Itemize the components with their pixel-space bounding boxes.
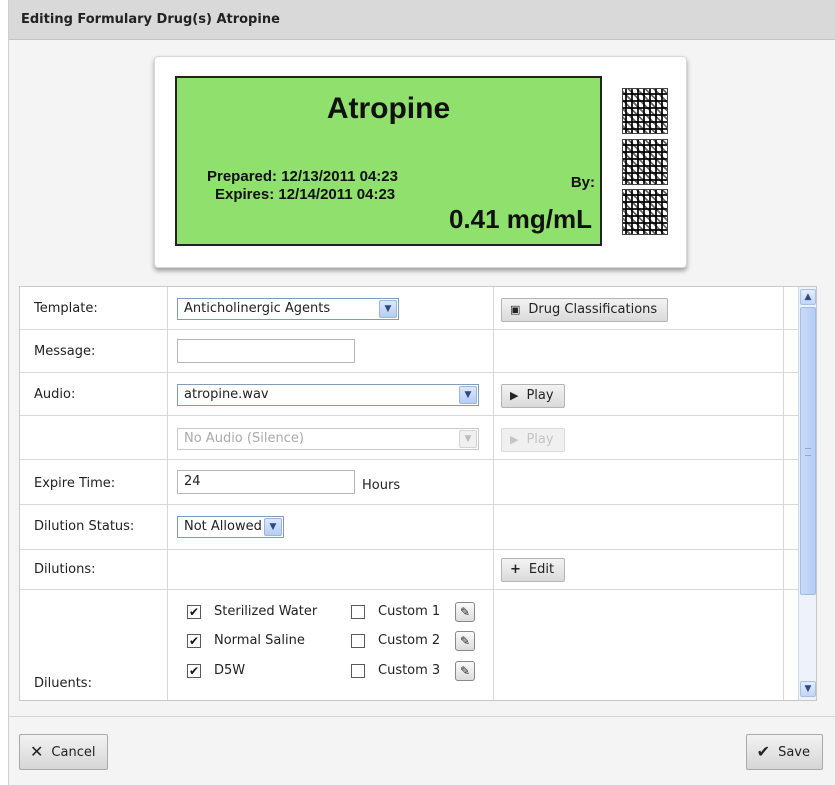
chevron-down-icon: ▼ xyxy=(459,430,477,448)
diluents-row: Diluents: ✔ Sterilized Water ✔ Normal Sa… xyxy=(20,590,798,700)
audio-play-button[interactable]: ▶ Play xyxy=(501,384,565,408)
custom-3-label: Custom 3 xyxy=(378,663,441,678)
secondary-audio-select[interactable]: No Audio (Silence) ▼ xyxy=(177,428,479,450)
custom-1-checkbox[interactable] xyxy=(351,605,365,619)
image-icon: ▣ xyxy=(510,303,521,316)
normal-saline-checkbox[interactable]: ✔ xyxy=(187,634,201,648)
scrollbar-thumb[interactable] xyxy=(800,307,816,595)
dilutions-row: Dilutions: + Edit xyxy=(20,550,798,590)
d5w-checkbox[interactable]: ✔ xyxy=(187,664,201,678)
label-preview: Atropine Prepared: 12/13/2011 04:23 Expi… xyxy=(154,56,687,268)
audio-label: Audio: xyxy=(34,387,76,402)
custom-2-label: Custom 2 xyxy=(378,633,441,648)
expire-time-row: Expire Time: 24 Hours xyxy=(20,460,798,505)
edit-formulary-dialog: Editing Formulary Drug(s) Atropine Atrop… xyxy=(8,0,835,785)
drug-settings-table: Template: Anticholinergic Agents ▼ ▣ Drug… xyxy=(19,286,817,701)
dilution-status-label: Dilution Status: xyxy=(34,519,135,534)
chevron-down-icon: ▼ xyxy=(459,386,477,404)
diluents-label: Diluents: xyxy=(34,676,92,691)
template-select[interactable]: Anticholinergic Agents ▼ xyxy=(177,298,399,320)
dilutions-label: Dilutions: xyxy=(34,562,96,577)
scroll-up-icon[interactable]: ▲ xyxy=(800,289,816,305)
pencil-icon[interactable]: ✎ xyxy=(455,631,475,651)
audio-select[interactable]: atropine.wav ▼ xyxy=(177,384,479,406)
message-label: Message: xyxy=(34,344,96,359)
label-concentration: 0.41 mg/mL xyxy=(448,204,592,234)
checkmark-icon: ✔ xyxy=(756,742,771,761)
scroll-down-icon[interactable]: ▼ xyxy=(800,681,816,697)
play-icon: ▶ xyxy=(510,433,519,446)
footer-divider xyxy=(9,716,835,717)
save-button[interactable]: ✔ Save xyxy=(745,734,823,770)
scrollbar-grip xyxy=(805,448,811,456)
dilution-status-select[interactable]: Not Allowed ▼ xyxy=(177,516,284,538)
close-icon: ✕ xyxy=(30,742,44,761)
plus-icon: + xyxy=(510,562,521,577)
barcode-1 xyxy=(622,88,668,134)
custom-3-checkbox[interactable] xyxy=(351,664,365,678)
label-drug-name: Atropine xyxy=(326,92,451,125)
label-expires-date: Expires: 12/14/2011 04:23 xyxy=(215,186,396,203)
message-row: Message: xyxy=(20,330,798,373)
template-row: Template: Anticholinergic Agents ▼ ▣ Drug… xyxy=(20,287,798,330)
custom-2-checkbox[interactable] xyxy=(351,634,365,648)
label-by: By: xyxy=(570,174,595,191)
barcode-2 xyxy=(622,139,668,185)
label-preview-body: Atropine Prepared: 12/13/2011 04:23 Expi… xyxy=(175,76,602,246)
template-label: Template: xyxy=(34,301,98,316)
pencil-icon[interactable]: ✎ xyxy=(455,602,475,622)
dialog-title: Editing Formulary Drug(s) Atropine xyxy=(9,0,835,40)
expire-time-unit: Hours xyxy=(362,478,401,493)
cancel-button[interactable]: ✕ Cancel xyxy=(19,734,109,770)
custom-1-label: Custom 1 xyxy=(378,604,441,619)
drug-classifications-button[interactable]: ▣ Drug Classifications xyxy=(501,298,669,322)
dilution-status-row: Dilution Status: Not Allowed ▼ xyxy=(20,505,798,550)
pencil-icon[interactable]: ✎ xyxy=(455,661,475,681)
barcode-3 xyxy=(622,189,668,235)
expire-time-label: Expire Time: xyxy=(34,476,116,491)
d5w-label: D5W xyxy=(214,663,246,678)
chevron-down-icon: ▼ xyxy=(379,300,397,318)
table-scrollbar[interactable]: ▲ ▼ xyxy=(798,287,816,700)
play-icon: ▶ xyxy=(510,389,519,402)
secondary-audio-play-button[interactable]: ▶ Play xyxy=(501,428,565,452)
sterilized-water-checkbox[interactable]: ✔ xyxy=(187,605,201,619)
message-input[interactable] xyxy=(177,339,355,363)
secondary-audio-row: No Audio (Silence) ▼ ▶ Play xyxy=(20,416,798,460)
expire-time-input[interactable]: 24 xyxy=(177,470,355,494)
normal-saline-label: Normal Saline xyxy=(214,633,305,648)
sterilized-water-label: Sterilized Water xyxy=(214,604,318,619)
chevron-down-icon: ▼ xyxy=(264,518,282,536)
label-prepared-date: Prepared: 12/13/2011 04:23 xyxy=(207,168,398,185)
edit-dilutions-button[interactable]: + Edit xyxy=(501,558,566,582)
audio-row: Audio: atropine.wav ▼ ▶ Play xyxy=(20,373,798,416)
